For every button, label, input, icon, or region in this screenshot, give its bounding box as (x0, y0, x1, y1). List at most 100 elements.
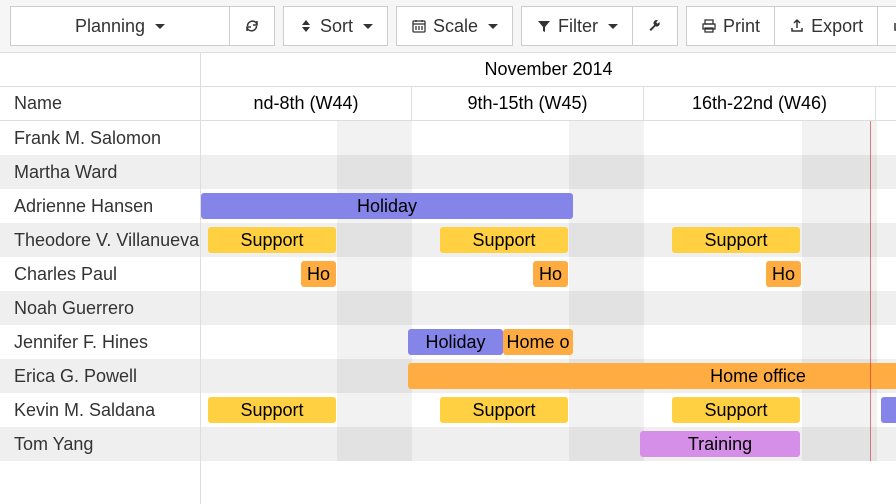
weekend-stripe (337, 257, 412, 291)
person-row[interactable]: Erica G. Powell (0, 359, 200, 393)
timeline-row[interactable] (201, 155, 896, 189)
weekend-stripe (569, 257, 644, 291)
event-training[interactable]: Training (640, 431, 800, 457)
person-name: Jennifer F. Hines (0, 325, 200, 359)
timeline-row[interactable]: Ho Ho Ho (201, 257, 896, 291)
scale-label: Scale (433, 16, 478, 37)
timeline-row[interactable]: Support Support Support (201, 223, 896, 257)
weekend-stripe (337, 427, 412, 461)
filter-dropdown[interactable]: Filter (521, 6, 633, 46)
person-name: Tom Yang (0, 427, 200, 461)
event-support[interactable]: Support (208, 397, 336, 423)
sort-icon (298, 18, 314, 34)
caret-down-icon (608, 24, 618, 29)
person-name: Noah Guerrero (0, 291, 200, 325)
export-icon (789, 18, 805, 34)
weekend-stripe (802, 427, 877, 461)
weekend-stripe (569, 427, 644, 461)
weekend-stripe (802, 223, 877, 257)
person-row[interactable]: Martha Ward (0, 155, 200, 189)
gantt-grid: Name Frank M. SalomonMartha WardAdrienne… (0, 53, 896, 504)
month-label: November 2014 (201, 53, 896, 86)
name-column-header-top (0, 53, 200, 87)
person-row[interactable]: Tom Yang (0, 427, 200, 461)
planning-dropdown[interactable]: Planning (10, 6, 230, 46)
person-name: Kevin M. Saldana (0, 393, 200, 427)
person-row[interactable]: Theodore V. Villanueva (0, 223, 200, 257)
person-row[interactable]: Kevin M. Saldana (0, 393, 200, 427)
week-header-row: nd-8th (W44)9th-15th (W45)16th-22nd (W46… (201, 87, 896, 121)
event-homeoffice[interactable]: Home office (408, 363, 896, 389)
event-homeoffice[interactable]: Ho (766, 261, 801, 287)
toolbar: Planning Sort Scale Filter (0, 0, 896, 53)
person-name: Martha Ward (0, 155, 200, 189)
timeline-row[interactable]: Home office (201, 359, 896, 393)
sort-label: Sort (320, 16, 353, 37)
timeline-row[interactable]: Training (201, 427, 896, 461)
timeline-row[interactable] (201, 291, 896, 325)
person-name: Adrienne Hansen (0, 189, 200, 223)
refresh-button[interactable] (230, 6, 275, 46)
person-row[interactable]: Adrienne Hansen (0, 189, 200, 223)
event-holiday[interactable] (881, 397, 896, 423)
name-header-label: Name (14, 93, 62, 114)
event-holiday[interactable]: Holiday (201, 193, 573, 219)
event-support[interactable]: Support (440, 397, 568, 423)
week-header-cell[interactable]: nd-8th (W44) (201, 87, 412, 120)
weekend-stripe (569, 189, 644, 223)
weekend-stripe (569, 291, 644, 325)
timeline: November 2014 nd-8th (W44)9th-15th (W45)… (201, 53, 896, 504)
weekend-stripe (802, 393, 877, 427)
print-button[interactable]: Print (686, 6, 775, 46)
timeline-row[interactable]: Support Support Support (201, 393, 896, 427)
person-row[interactable]: Noah Guerrero (0, 291, 200, 325)
today-line (870, 121, 871, 461)
weekend-stripe (337, 359, 412, 393)
settings-button[interactable] (633, 6, 678, 46)
weekend-stripe (802, 189, 877, 223)
filter-icon (536, 18, 552, 34)
weekend-stripe (337, 121, 412, 155)
weekend-stripe (569, 155, 644, 189)
event-holiday[interactable]: Holiday (408, 329, 503, 355)
calendar-icon (411, 18, 427, 34)
weekend-stripe (569, 121, 644, 155)
name-column-header[interactable]: Name (0, 87, 200, 121)
print-label: Print (723, 16, 760, 37)
event-homeoffice[interactable]: Ho (301, 261, 336, 287)
sort-dropdown[interactable]: Sort (283, 6, 388, 46)
person-row[interactable]: Charles Paul (0, 257, 200, 291)
weekend-stripe (802, 121, 877, 155)
event-support[interactable]: Support (208, 227, 336, 253)
share-button[interactable]: Share (878, 6, 896, 46)
filter-label: Filter (558, 16, 598, 37)
timeline-row[interactable]: Holiday (201, 189, 896, 223)
weekend-stripe (337, 155, 412, 189)
caret-down-icon (155, 24, 165, 29)
weekend-stripe (337, 393, 412, 427)
export-button[interactable]: Export (775, 6, 878, 46)
person-row[interactable]: Frank M. Salomon (0, 121, 200, 155)
week-header-cell[interactable]: 9th-15th (W45) (412, 87, 644, 120)
person-name: Charles Paul (0, 257, 200, 291)
timeline-row[interactable]: HolidayHome o (201, 325, 896, 359)
caret-down-icon (488, 24, 498, 29)
planning-label: Planning (75, 16, 145, 37)
export-label: Export (811, 16, 863, 37)
week-header-cell[interactable]: 16th-22nd (W46) (644, 87, 876, 120)
event-support[interactable]: Support (440, 227, 568, 253)
scale-dropdown[interactable]: Scale (396, 6, 513, 46)
event-homeoffice[interactable]: Ho (533, 261, 568, 287)
event-support[interactable]: Support (672, 397, 800, 423)
timeline-row[interactable] (201, 121, 896, 155)
person-name: Erica G. Powell (0, 359, 200, 393)
weekend-stripe (802, 155, 877, 189)
person-row[interactable]: Jennifer F. Hines (0, 325, 200, 359)
weekend-stripe (337, 291, 412, 325)
caret-down-icon (363, 24, 373, 29)
event-homeoffice[interactable]: Home o (503, 329, 573, 355)
wrench-icon (647, 18, 663, 34)
timeline-body[interactable]: Holiday Support Support Support Ho Ho Ho Holida… (201, 121, 896, 461)
event-support[interactable]: Support (672, 227, 800, 253)
weekend-stripe (569, 393, 644, 427)
